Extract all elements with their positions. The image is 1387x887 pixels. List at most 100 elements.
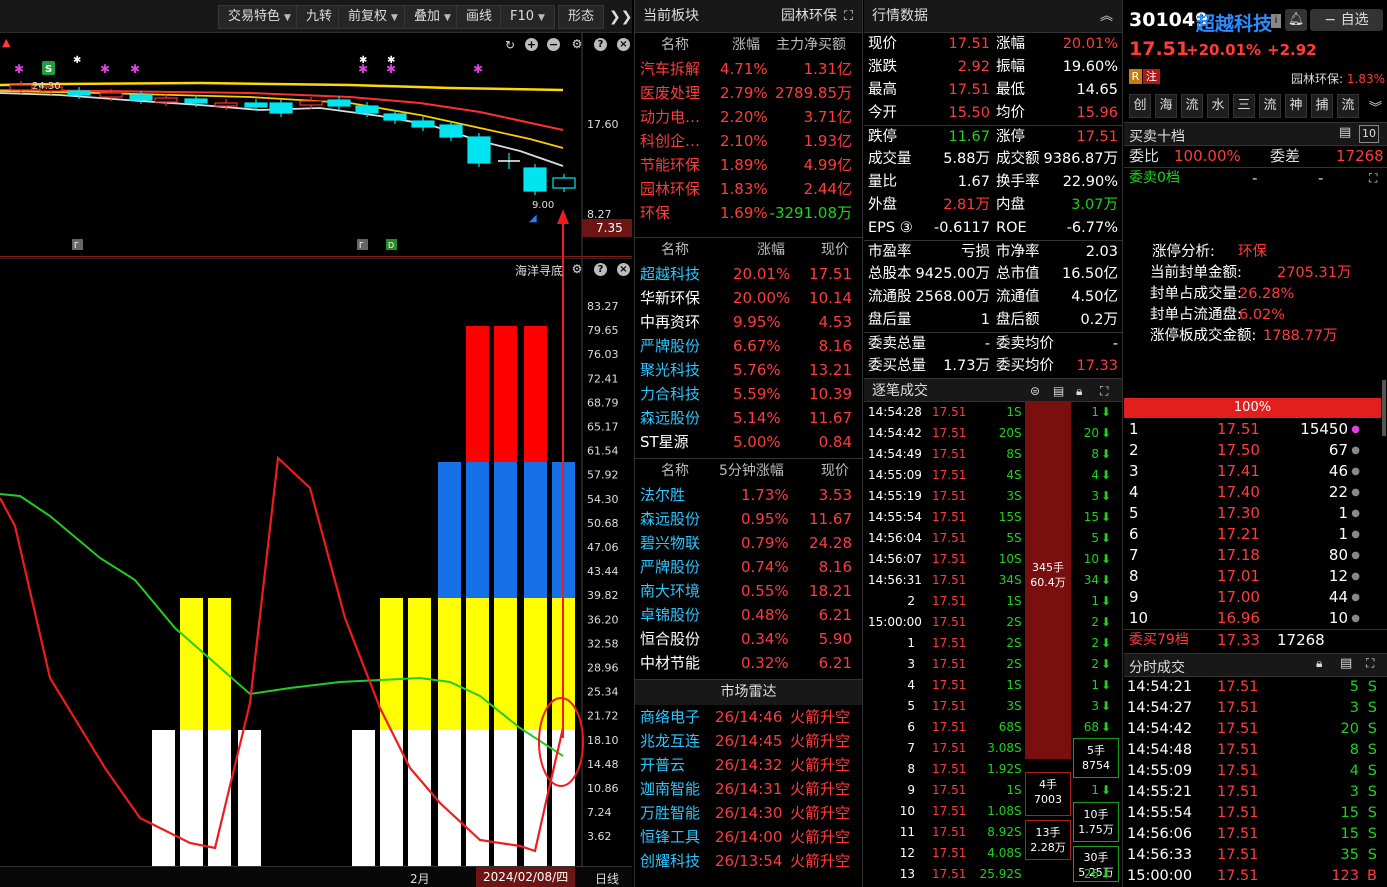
stock-row[interactable]: ST星源 5.00% 0.84	[635, 430, 862, 454]
timesale-row: 14:55:21 17.51 3 S	[1124, 782, 1387, 803]
sector-row[interactable]: 园林环保 1.83% 2.44亿	[635, 177, 862, 201]
indicator-bar	[380, 730, 403, 866]
bid-level[interactable]: 9 17.00 44 ●	[1124, 587, 1380, 608]
sector-row[interactable]: 节能环保 1.89% 4.99亿	[635, 153, 862, 177]
bid-level[interactable]: 2 17.50 67 ●	[1124, 440, 1380, 461]
fivemin-row[interactable]: 严牌股份 0.74% 8.16	[635, 555, 862, 579]
sector-row[interactable]: 医废处理 2.79% 2789.85万	[635, 81, 862, 105]
sector-row[interactable]: 汽车拆解 4.71% 1.31亿	[635, 57, 862, 81]
fivemin-row[interactable]: 恒合股份 0.34% 5.90	[635, 627, 862, 651]
sector-row[interactable]: 动力电… 2.20% 3.71亿	[635, 105, 862, 129]
fivemin-row[interactable]: 法尔胜 1.73% 3.53	[635, 483, 862, 507]
indicator-chart[interactable]: 83.27 79.65 76.03 72.41 68.79 65.17 61.54 57.92…	[0, 258, 632, 866]
expand-icon[interactable]: ⛶	[1100, 379, 1108, 403]
bid-level[interactable]: 8 17.01 12 ●	[1124, 566, 1380, 587]
toolbar-qianfuquan[interactable]: 前复权 ▼	[338, 5, 408, 29]
stock-row[interactable]: 聚光科技 5.76% 13.21	[635, 358, 862, 382]
stock-row[interactable]: 华新环保 20.00% 10.14	[635, 286, 862, 310]
expand-icon[interactable]: ⛶	[844, 0, 853, 33]
double-chevron-down-icon[interactable]: ︾	[1369, 97, 1382, 116]
toolbar-jiuzhuan[interactable]: 九转	[296, 5, 343, 29]
bid-level[interactable]: 5 17.30 1 ●	[1124, 503, 1380, 524]
cell: 3.53	[818, 486, 852, 504]
add-watchlist-button[interactable]: − 自选	[1310, 9, 1383, 31]
stock-row[interactable]: 严牌股份 6.67% 8.16	[635, 334, 862, 358]
quick-button[interactable]: 三	[1233, 94, 1255, 118]
level-toggle[interactable]: 10	[1359, 125, 1379, 143]
fivemin-row[interactable]: 中材节能 0.32% 6.21	[635, 651, 862, 675]
expand-icon[interactable]: ⛶	[1369, 168, 1377, 189]
cell: 10	[998, 552, 1014, 566]
close-icon[interactable]: ×	[617, 263, 630, 276]
quick-button[interactable]: 流	[1259, 94, 1281, 118]
bid-level[interactable]: 3 17.41 46 ●	[1124, 461, 1380, 482]
quick-button[interactable]: 流	[1337, 94, 1359, 118]
cell: 盘后额	[996, 312, 1040, 328]
toolbar-xingtai[interactable]: 形态	[558, 5, 605, 29]
toolbar-diejia[interactable]: 叠加 ▼	[404, 5, 461, 29]
quote-row: 总股本 9425.00万 总市值 16.50亿	[864, 263, 1122, 286]
fivemin-row[interactable]: 南大环境 0.55% 18.21	[635, 579, 862, 603]
stock-row[interactable]: 森远股份 5.14% 11.67	[635, 406, 862, 430]
cell: 0.2万	[1080, 312, 1118, 328]
quick-button[interactable]: 神	[1285, 94, 1307, 118]
collapse-icon[interactable]: ︽	[1100, 0, 1113, 33]
down-arrow-icon: ⬇	[1100, 720, 1111, 734]
toolbar-f10[interactable]: F10 ▼	[500, 5, 555, 29]
stock-row[interactable]: 中再资环 9.95% 4.53	[635, 310, 862, 334]
tick-row: 1 17.51 2 S 2 ⬇	[864, 633, 1122, 654]
period-label[interactable]: 日线	[595, 870, 619, 887]
lock-icon[interactable]: 🔒︎	[1316, 656, 1322, 671]
cell: 1.92	[987, 762, 1014, 776]
gear-icon[interactable]: ⚙	[569, 261, 585, 277]
quick-button[interactable]: 流	[1181, 94, 1203, 118]
quick-button[interactable]: 捕	[1311, 94, 1333, 118]
scrollbar[interactable]	[1382, 380, 1386, 436]
table-icon[interactable]: ▤	[1339, 125, 1351, 140]
bid-level[interactable]: 1 17.51 15450 ●	[1124, 419, 1380, 440]
radar-row[interactable]: 万胜智能 26/14:30 火箭升空	[635, 801, 862, 825]
fivemin-row[interactable]: 森远股份 0.95% 11.67	[635, 507, 862, 531]
settings-icon[interactable]: ⊜	[1030, 379, 1040, 403]
radar-row[interactable]: 恒锋工具 26/14:00 火箭升空	[635, 825, 862, 849]
sector-row[interactable]: 科创企… 2.10% 1.93亿	[635, 129, 862, 153]
scale-tick: 39.82	[587, 589, 619, 602]
sector-name[interactable]: 园林环保	[781, 0, 837, 33]
info-icon[interactable]: i	[1271, 14, 1281, 28]
bid-level[interactable]: 4 17.40 22 ●	[1124, 482, 1380, 503]
quick-button[interactable]: 海	[1155, 94, 1177, 118]
expand-icon[interactable]: ⛶	[1366, 656, 1374, 671]
bid-level[interactable]: 6 17.21 1 ●	[1124, 524, 1380, 545]
table-icon[interactable]: ▤	[1340, 656, 1352, 671]
bid-level[interactable]: 10 16.96 10 ●	[1124, 608, 1380, 629]
bid-level[interactable]: 7 17.18 80 ●	[1124, 545, 1380, 566]
sector-row[interactable]: 环保 1.69% -3291.08万	[635, 201, 862, 225]
quick-button[interactable]: 创	[1129, 94, 1151, 118]
quick-button[interactable]: 水	[1207, 94, 1229, 118]
scale-tick: 21.72	[587, 710, 619, 723]
radar-row[interactable]: 迦南智能 26/14:31 火箭升空	[635, 777, 862, 801]
radar-row[interactable]: 创耀科技 26/13:54 火箭升空	[635, 849, 862, 873]
radar-row[interactable]: 商络电子 26/14:46 火箭升空	[635, 705, 862, 729]
help-icon[interactable]: ?	[594, 263, 607, 276]
cell: 17.51	[932, 699, 967, 713]
bell-icon[interactable]: 🔔︎	[1285, 9, 1307, 31]
fivemin-row[interactable]: 卓锦股份 0.48% 6.21	[635, 603, 862, 627]
stock-name[interactable]: 超越科技	[1196, 9, 1272, 36]
cell: 跌停	[868, 129, 897, 145]
stock-row[interactable]: 力合科技 5.59% 10.39	[635, 382, 862, 406]
radar-row[interactable]: 兆龙互连 26/14:45 火箭升空	[635, 729, 862, 753]
radar-row[interactable]: 开普云 26/14:32 火箭升空	[635, 753, 862, 777]
toolbar-huaxian[interactable]: 画线	[456, 5, 503, 29]
table-icon[interactable]: ▤	[1053, 379, 1064, 403]
cell: S	[1014, 447, 1022, 461]
lock-icon[interactable]: 🔒︎	[1076, 379, 1082, 403]
fivemin-row[interactable]: 碧兴物联 0.79% 24.28	[635, 531, 862, 555]
stock-row[interactable]: 超越科技 20.01% 17.51	[635, 262, 862, 286]
timesales-table: 14:54:21 17.51 5 S 14:54:27 17.51 3 S 14:54:42 17…	[1124, 677, 1387, 887]
double-chevron-right-icon[interactable]: ❯❯	[609, 9, 632, 25]
cell: 3	[1006, 699, 1014, 713]
cell: 19.60%	[1062, 59, 1118, 75]
scale-tick: 61.54	[587, 445, 619, 458]
toolbar-jiaoyitese[interactable]: 交易特色 ▼	[218, 5, 301, 29]
